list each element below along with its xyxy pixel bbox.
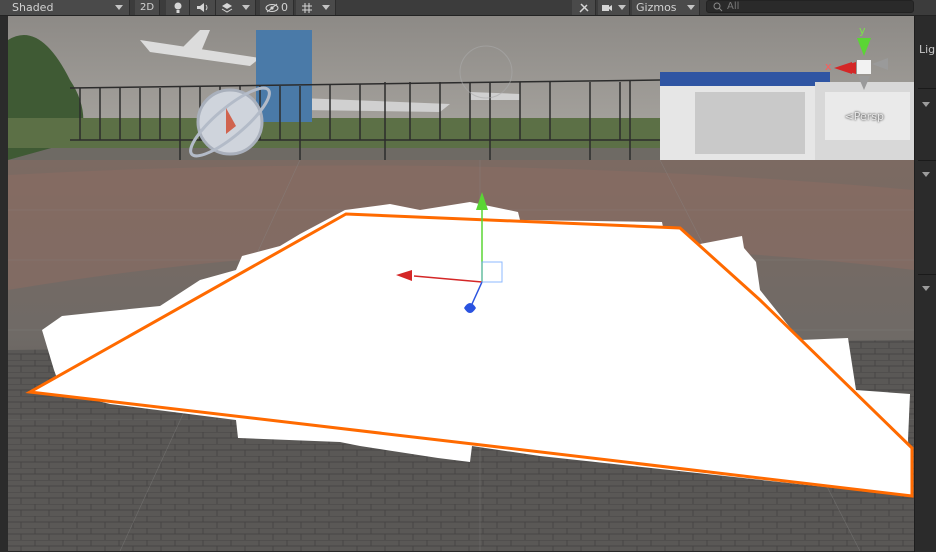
axis-y-label: y	[859, 24, 866, 37]
left-panel-edge	[0, 16, 8, 552]
collapse-arrow-icon[interactable]	[922, 172, 930, 177]
visibility-icon	[265, 3, 279, 12]
audio-icon	[196, 3, 207, 12]
tools-toggle-button[interactable]	[572, 0, 596, 15]
2d-toggle-label: 2D	[139, 2, 155, 13]
scene-toolbar: Shaded 2D 0 Gizmos All	[0, 0, 936, 16]
gizmos-dropdown[interactable]: Gizmos	[632, 0, 700, 15]
effects-icon	[221, 3, 233, 13]
collapse-arrow-icon[interactable]	[922, 286, 930, 291]
grid-dropdown[interactable]	[296, 0, 336, 15]
hidden-objects-toggle[interactable]: 0	[260, 0, 294, 15]
search-placeholder: All	[727, 1, 740, 12]
camera-settings-dropdown[interactable]	[598, 0, 630, 15]
tools-icon	[578, 2, 589, 13]
effects-dropdown[interactable]	[216, 0, 256, 15]
audio-toggle-button[interactable]	[190, 0, 216, 15]
hierarchy-search-input[interactable]: All	[706, 0, 914, 13]
dropdown-caret-icon	[322, 5, 331, 10]
dropdown-caret-icon	[115, 5, 123, 10]
inspector-panel-edge: Lig	[914, 16, 936, 552]
lighting-toggle-button[interactable]	[166, 0, 190, 15]
hidden-count: 0	[281, 1, 288, 14]
panel-divider	[918, 88, 936, 89]
shading-mode-label: Shaded	[12, 1, 54, 14]
grid-icon	[301, 2, 312, 13]
gizmos-label: Gizmos	[636, 1, 677, 14]
axis-x-label: x	[825, 60, 832, 73]
collapse-arrow-icon[interactable]	[922, 102, 930, 107]
lighting-tab[interactable]: Lig	[919, 43, 935, 56]
scene-viewport[interactable]: y x <Persp	[8, 16, 914, 551]
dropdown-caret-icon	[687, 5, 695, 10]
search-icon	[713, 2, 723, 11]
2d-toggle-button[interactable]: 2D	[135, 0, 160, 15]
shading-mode-dropdown[interactable]: Shaded	[0, 0, 130, 15]
billboard	[256, 30, 312, 122]
light-icon	[174, 2, 181, 13]
dropdown-caret-icon	[618, 5, 627, 10]
dropdown-caret-icon	[242, 5, 251, 10]
panel-divider	[918, 160, 936, 161]
scene-canvas: y x	[8, 16, 914, 551]
view-mode-label[interactable]: <Persp	[845, 110, 884, 123]
camera-icon	[601, 4, 612, 11]
panel-divider	[918, 274, 936, 275]
